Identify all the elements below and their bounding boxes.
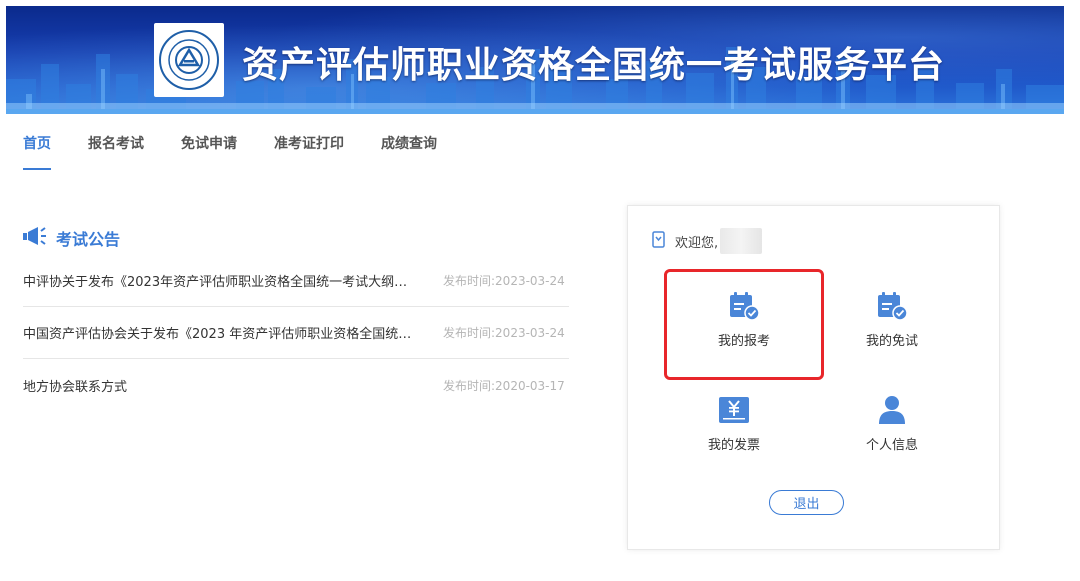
tile-label: 我的报考 (717, 334, 770, 349)
announcement-link[interactable]: 中国资产评估协会关于发布《2023 年资产评估师职业资格全国统一考试报名简章》的… (23, 323, 417, 342)
announcement-date: 发布时间:2023-03-24 (443, 274, 565, 288)
header-banner: 资产评估师职业资格全国统一考试服务平台 (6, 6, 1064, 109)
nav-item-exemption[interactable]: 免试申请 (181, 133, 237, 171)
welcome-text: 欢迎您, (675, 235, 719, 251)
welcome-row: 欢迎您, (652, 228, 763, 254)
banner-stripe (6, 109, 1064, 114)
user-icon (878, 394, 906, 426)
list-item: 中国资产评估协会关于发布《2023 年资产评估师职业资格全国统一考试报名简章》的… (23, 307, 569, 359)
invoice-yen-icon (718, 394, 750, 426)
personal-info-tile[interactable]: 个人信息 (817, 376, 967, 476)
site-title: 资产评估师职业资格全国统一考试服务平台 (242, 45, 946, 86)
my-exemption-tile[interactable]: 我的免试 (817, 272, 967, 372)
tile-label: 个人信息 (865, 438, 918, 453)
my-registration-tile[interactable]: 我的报考 (664, 269, 824, 380)
announcements-header: 考试公告 (23, 226, 120, 250)
nav-item-registration[interactable]: 报名考试 (88, 133, 144, 171)
my-invoice-tile[interactable]: 我的发票 (659, 376, 809, 476)
announcements-title: 考试公告 (56, 230, 121, 249)
list-item: 地方协会联系方式 发布时间:2020-03-17 (23, 359, 569, 411)
tile-label: 我的发票 (707, 438, 760, 453)
calendar-check-icon (876, 290, 908, 322)
announcement-date: 发布时间:2020-03-17 (443, 378, 565, 393)
megaphone-icon (23, 226, 48, 250)
nav-item-home[interactable]: 首页 (23, 133, 51, 171)
announcements-list: 中评协关于发布《2023年资产评估师职业资格全国统一考试大纲》的通知 发布时间:… (23, 255, 569, 411)
announcement-date: 发布时间:2023-03-24 (443, 326, 565, 340)
bookmark-icon (652, 230, 665, 252)
list-item: 中评协关于发布《2023年资产评估师职业资格全国统一考试大纲》的通知 发布时间:… (23, 255, 569, 307)
logout-button[interactable]: 退出 (769, 490, 844, 515)
announcement-link[interactable]: 地方协会联系方式 (23, 376, 417, 395)
user-panel: 欢迎您, 我的报考 我的免试 我的发票 个人信息 退出 (627, 205, 1000, 550)
main-nav: 首页 报名考试 免试申请 准考证打印 成绩查询 (23, 133, 474, 171)
nav-item-score-query[interactable]: 成绩查询 (381, 133, 437, 171)
username-redacted (720, 228, 763, 254)
announcement-link[interactable]: 中评协关于发布《2023年资产评估师职业资格全国统一考试大纲》的通知 (23, 271, 417, 290)
tile-label: 我的免试 (865, 334, 918, 349)
association-seal-icon (154, 23, 224, 97)
calendar-check-icon (728, 290, 760, 322)
nav-item-admission-ticket[interactable]: 准考证打印 (274, 133, 344, 171)
